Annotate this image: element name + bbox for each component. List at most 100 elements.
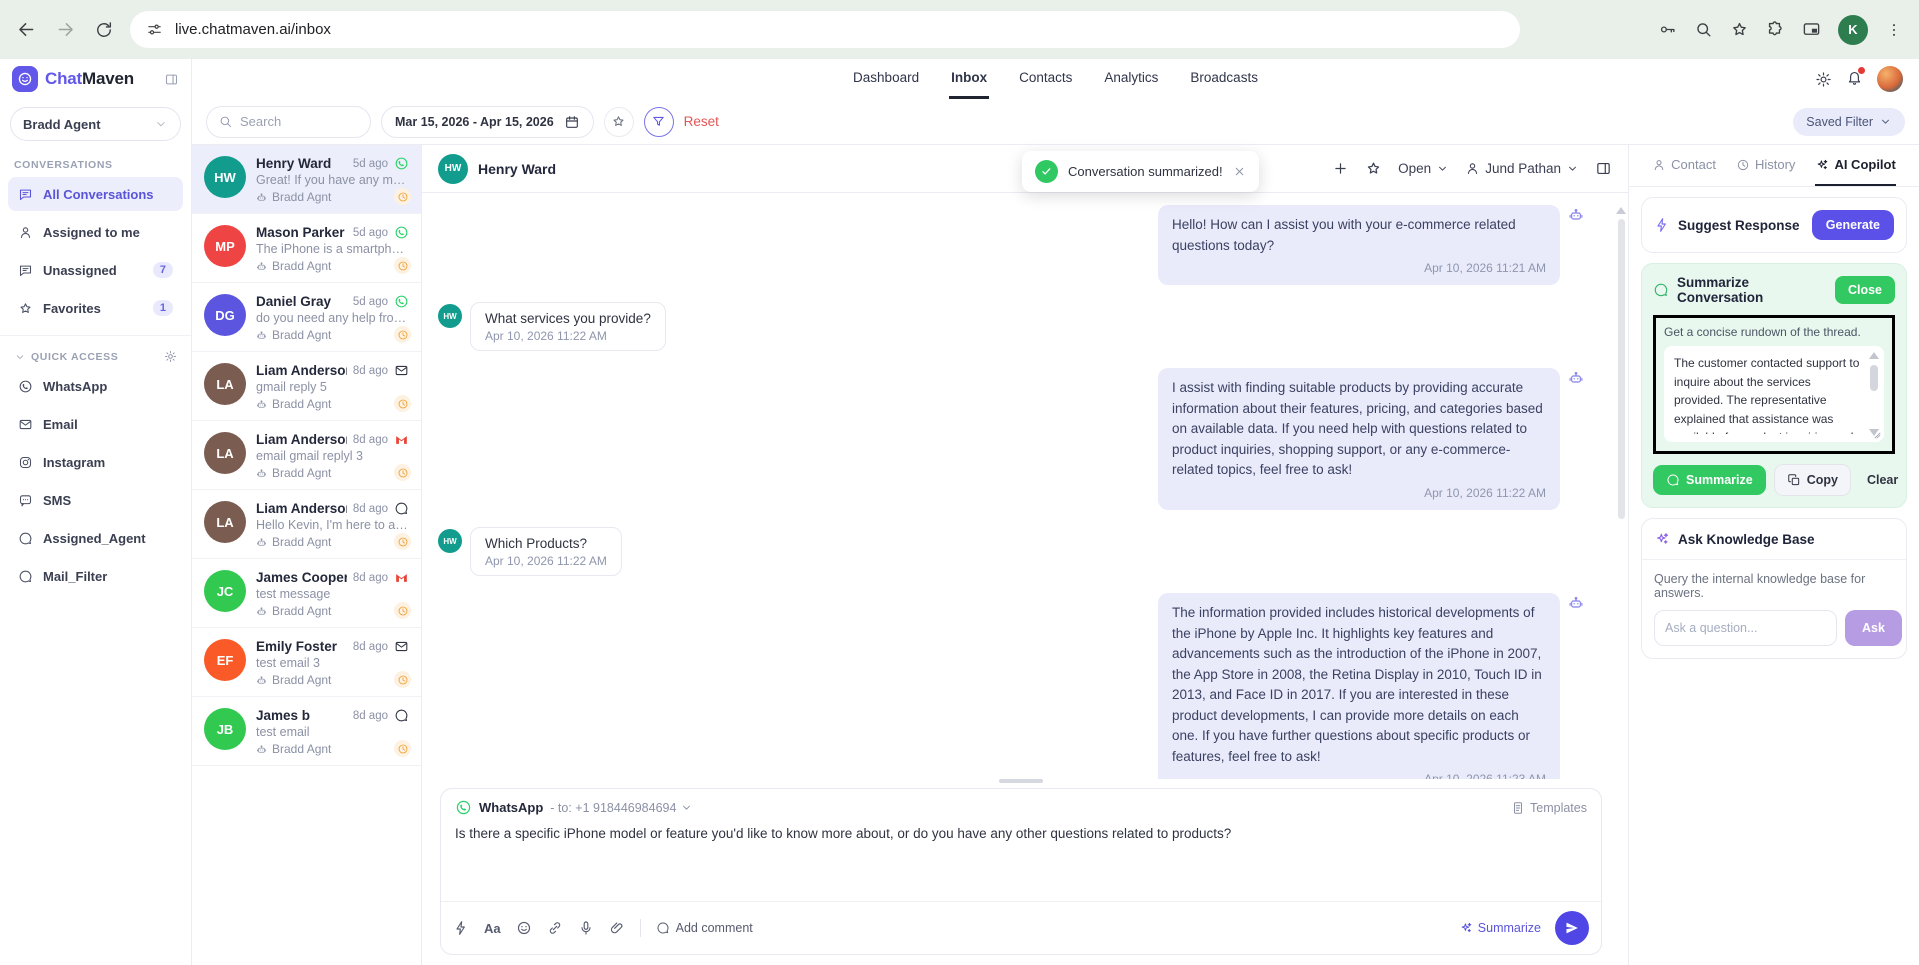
summarize-button[interactable]: Summarize [1653, 465, 1766, 495]
sidebar-item-email[interactable]: Email [8, 407, 183, 441]
user-avatar[interactable] [1877, 66, 1903, 92]
sidebar-item-sms[interactable]: SMS [8, 483, 183, 517]
summary-output[interactable]: The customer contacted support to inquir… [1664, 346, 1884, 442]
search-box[interactable] [206, 106, 371, 138]
agent-selector[interactable]: Bradd Agent [10, 107, 181, 141]
add-icon[interactable] [1332, 160, 1349, 177]
agent-message: I assist with finding suitable products … [438, 368, 1584, 510]
tab-broadcasts[interactable]: Broadcasts [1188, 59, 1260, 99]
conversation-row[interactable]: MP Mason Parker 5d ago The iPhone is a s… [192, 214, 421, 283]
tab-inbox[interactable]: Inbox [949, 59, 989, 99]
sidebar-item-favorites[interactable]: Favorites 1 [8, 291, 183, 325]
back-icon[interactable] [16, 19, 37, 40]
copy-icon [1787, 473, 1801, 487]
toast-close-icon[interactable] [1233, 165, 1246, 178]
conversation-row[interactable]: HW Henry Ward 5d ago Great! If you have … [192, 145, 421, 214]
extensions-icon[interactable] [1766, 20, 1785, 39]
composer-recipient[interactable]: - to: +1 918446984694 [550, 801, 693, 815]
conversation-row[interactable]: LA Liam Anderson 8d ago Hello Kevin, I'm… [192, 490, 421, 559]
link-icon[interactable] [547, 920, 563, 936]
tab-pip-icon[interactable] [1802, 20, 1821, 39]
composer-summarize-button[interactable]: Summarize [1459, 921, 1541, 935]
message-input[interactable]: Is there a specific iPhone model or feat… [455, 826, 1587, 898]
favorite-filter-button[interactable] [604, 107, 634, 137]
sidebar-item-instagram[interactable]: Instagram [8, 445, 183, 479]
passwords-key-icon[interactable] [1658, 20, 1677, 39]
sidebar-collapse-icon[interactable] [164, 72, 179, 87]
sidebar-item-assigned-agent[interactable]: Assigned_Agent [8, 521, 183, 555]
app-logo: ChatMaven [45, 69, 134, 89]
mic-icon[interactable] [578, 920, 594, 936]
quick-access-settings-icon[interactable] [164, 350, 177, 363]
quick-reply-bolt-icon[interactable] [453, 920, 469, 936]
sidebar-item-whatsapp[interactable]: WhatsApp [8, 369, 183, 403]
bookmark-star-icon[interactable] [1730, 20, 1749, 39]
site-settings-icon[interactable] [146, 21, 163, 38]
conversation-row[interactable]: DG Daniel Gray 5d ago do you need any he… [192, 283, 421, 352]
tab-contact[interactable]: Contact [1652, 145, 1716, 186]
browser-menu-icon[interactable] [1885, 21, 1903, 39]
conversation-row[interactable]: LA Liam Anderson 8d ago gmail reply 5 Br… [192, 352, 421, 421]
settings-gear-icon[interactable] [1815, 71, 1832, 88]
email-channel-icon [394, 363, 409, 378]
conversation-row[interactable]: JC James Cooper 8d ago test message Brad… [192, 559, 421, 628]
status-dropdown[interactable]: Open [1398, 161, 1449, 176]
browser-profile-avatar[interactable]: K [1838, 15, 1868, 45]
sidebar-item-unassigned[interactable]: Unassigned 7 [8, 253, 183, 287]
url-bar[interactable]: live.chatmaven.ai/inbox [130, 11, 1520, 48]
scroll-up-arrow[interactable] [1616, 207, 1626, 214]
emoji-icon[interactable] [516, 920, 532, 936]
message-text: Hello! How can I assist you with your e-… [1172, 217, 1516, 253]
chevron-down-icon[interactable] [14, 351, 26, 363]
summary-textarea[interactable]: The customer contacted support to inquir… [1674, 354, 1860, 434]
copy-button[interactable]: Copy [1774, 464, 1851, 496]
livechat-channel-icon [394, 708, 409, 723]
tab-analytics[interactable]: Analytics [1102, 59, 1160, 99]
templates-button[interactable]: Templates [1511, 801, 1587, 815]
conversation-row[interactable]: EF Emily Foster 8d ago test email 3 Brad… [192, 628, 421, 697]
conversation-row[interactable]: LA Liam Anderson 8d ago email gmail repl… [192, 421, 421, 490]
sidebar-item-mail-filter[interactable]: Mail_Filter [8, 559, 183, 593]
summary-scrollbar[interactable] [1868, 352, 1880, 436]
assigned-agent-label: Bradd Agnt [272, 604, 331, 618]
composer-channel[interactable]: WhatsApp [479, 800, 543, 815]
conversation-row[interactable]: JB James b 8d ago test email Bradd Agnt [192, 697, 421, 766]
tab-contacts[interactable]: Contacts [1017, 59, 1074, 99]
tab-ai-copilot[interactable]: AI Copilot [1815, 145, 1895, 186]
scroll-up-arrow[interactable] [1869, 352, 1879, 359]
whatsapp-channel-icon [394, 156, 409, 171]
divider [0, 335, 191, 336]
scrollbar-thumb[interactable] [1870, 365, 1878, 391]
tab-dashboard[interactable]: Dashboard [851, 59, 921, 99]
generate-button[interactable]: Generate [1812, 210, 1894, 240]
clear-button[interactable]: Clear [1859, 465, 1906, 495]
zoom-search-icon[interactable] [1694, 20, 1713, 39]
add-comment-button[interactable]: Add comment [656, 921, 753, 935]
tab-history[interactable]: History [1736, 145, 1795, 186]
chat-scrollbar[interactable] [1617, 207, 1625, 519]
saved-filter-dropdown[interactable]: Saved Filter [1793, 108, 1905, 136]
attachment-icon[interactable] [609, 920, 625, 936]
whatsapp-icon [18, 379, 33, 394]
favorite-star-icon[interactable] [1365, 160, 1382, 177]
sidebar-item-assigned-to-me[interactable]: Assigned to me [8, 215, 183, 249]
composer-drag-handle[interactable] [999, 779, 1043, 783]
close-button[interactable]: Close [1835, 276, 1895, 304]
reset-filters-link[interactable]: Reset [684, 114, 719, 129]
date-range-picker[interactable]: Mar 15, 2026 - Apr 15, 2026 [381, 106, 594, 138]
kb-question-input[interactable] [1654, 610, 1837, 646]
scrollbar-thumb[interactable] [1618, 219, 1625, 519]
text-format-icon[interactable]: Aa [484, 921, 501, 936]
filter-funnel-button[interactable] [644, 107, 674, 137]
resize-handle-icon[interactable] [1870, 428, 1882, 440]
sidebar-item-all-conversations[interactable]: All Conversations [8, 177, 183, 211]
assignee-dropdown[interactable]: Jund Pathan [1465, 161, 1579, 176]
send-button[interactable] [1555, 911, 1589, 945]
reload-icon[interactable] [94, 20, 114, 40]
ask-button[interactable]: Ask [1845, 610, 1902, 646]
toggle-right-panel-icon[interactable] [1595, 160, 1612, 177]
notifications-bell-icon[interactable] [1846, 69, 1863, 89]
search-input[interactable] [240, 114, 359, 129]
forward-icon[interactable] [55, 19, 76, 40]
chat-icon [18, 187, 33, 202]
